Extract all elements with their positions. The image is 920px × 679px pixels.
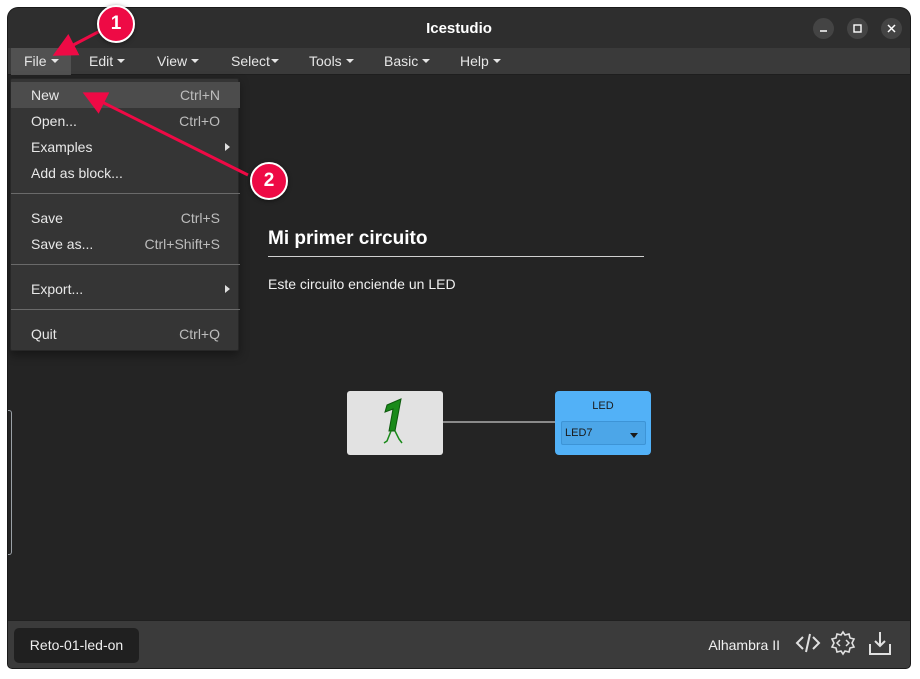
file-menu-dropdown: New Ctrl+N Open... Ctrl+O Examples Add as …	[10, 78, 240, 351]
chevron-down-icon	[50, 59, 59, 64]
menu-edit-label: Edit	[89, 53, 114, 69]
led-pin-value: LED7	[565, 427, 593, 439]
menu-help-label: Help	[460, 53, 489, 69]
menu-view-label: View	[157, 53, 188, 69]
collapsed-side-panel[interactable]	[8, 410, 12, 555]
app-window: Icestudio File Edit View Select Tools Ba…	[8, 8, 910, 668]
shortcut-label: Ctrl+Q	[179, 326, 220, 342]
menu-item-label: Save as...	[31, 236, 94, 252]
led-pin-select[interactable]: LED7	[561, 421, 646, 445]
shortcut-label: Ctrl+N	[179, 87, 220, 103]
chevron-right-icon	[225, 143, 230, 151]
menu-item-quit[interactable]: Quit Ctrl+Q	[11, 321, 240, 347]
menu-file[interactable]: File	[11, 48, 71, 75]
chevron-down-icon	[345, 59, 354, 64]
title-bar[interactable]: Icestudio	[8, 8, 910, 48]
minimize-button[interactable]	[813, 18, 834, 39]
chevron-down-icon	[117, 59, 126, 64]
menu-item-label: Open...	[31, 113, 77, 129]
maximize-button[interactable]	[847, 18, 868, 39]
close-button[interactable]	[881, 18, 902, 39]
menu-bar: File Edit View Select Tools Basic Help	[8, 48, 910, 75]
close-icon	[887, 24, 896, 33]
menu-basic-label: Basic	[384, 53, 419, 69]
chevron-down-icon	[630, 433, 638, 438]
shortcut-label: Ctrl+S	[180, 210, 220, 226]
menu-tools-label: Tools	[309, 53, 342, 69]
menu-separator	[11, 264, 240, 265]
menu-item-label: Quit	[31, 326, 57, 342]
annotation-badge-2: 2	[250, 162, 288, 200]
maximize-icon	[853, 24, 862, 33]
menu-item-export[interactable]: Export...	[11, 276, 240, 302]
menu-item-save[interactable]: Save Ctrl+S	[11, 205, 240, 231]
menu-basic[interactable]: Basic	[384, 48, 431, 75]
menu-item-label: New	[31, 87, 60, 103]
constant-one-icon	[383, 398, 403, 444]
chevron-right-icon	[225, 285, 230, 293]
download-icon[interactable]	[866, 629, 894, 657]
chevron-down-icon	[422, 59, 431, 64]
chevron-down-icon	[492, 59, 501, 64]
menu-file-label: File	[24, 53, 47, 69]
code-icon[interactable]	[794, 629, 822, 657]
constant-block[interactable]	[347, 391, 443, 455]
menu-select[interactable]: Select	[231, 48, 279, 75]
menu-item-label: Export...	[31, 281, 84, 297]
menu-view[interactable]: View	[157, 48, 200, 75]
annotation-badge-1: 1	[97, 5, 135, 43]
menu-separator	[11, 193, 240, 194]
menu-edit[interactable]: Edit	[89, 48, 126, 75]
gear-code-icon[interactable]	[829, 629, 857, 657]
shortcut-label: Ctrl+Shift+S	[144, 236, 220, 252]
chevron-down-icon	[270, 59, 279, 64]
info-title: Mi primer circuito	[268, 228, 428, 249]
info-divider	[268, 256, 644, 257]
menu-item-label: Save	[31, 210, 63, 226]
menu-item-add-as-block[interactable]: Add as block...	[11, 160, 240, 186]
menu-item-open[interactable]: Open... Ctrl+O	[11, 108, 240, 134]
project-name-button[interactable]: Reto-01-led-on	[14, 628, 139, 663]
info-text: Este circuito enciende un LED	[268, 276, 456, 292]
menu-help[interactable]: Help	[460, 48, 501, 75]
menu-item-label: Examples	[31, 139, 93, 155]
menu-select-label: Select	[231, 53, 270, 69]
led-block[interactable]: LED LED7	[555, 391, 651, 455]
menu-tools[interactable]: Tools	[309, 48, 354, 75]
shortcut-label: Ctrl+O	[179, 113, 220, 129]
menu-item-examples[interactable]: Examples	[11, 134, 240, 160]
board-selector[interactable]: Alhambra II	[708, 637, 780, 653]
led-block-label: LED	[592, 400, 614, 412]
menu-item-new[interactable]: New Ctrl+N	[11, 82, 240, 108]
wire[interactable]	[443, 421, 555, 423]
menu-item-label: Add as block...	[31, 165, 123, 181]
window-title: Icestudio	[426, 20, 492, 37]
status-bar: Reto-01-led-on Alhambra II	[8, 620, 910, 668]
menu-separator	[11, 309, 240, 310]
menu-item-save-as[interactable]: Save as... Ctrl+Shift+S	[11, 231, 240, 257]
minimize-icon	[820, 30, 827, 32]
chevron-down-icon	[191, 59, 200, 64]
